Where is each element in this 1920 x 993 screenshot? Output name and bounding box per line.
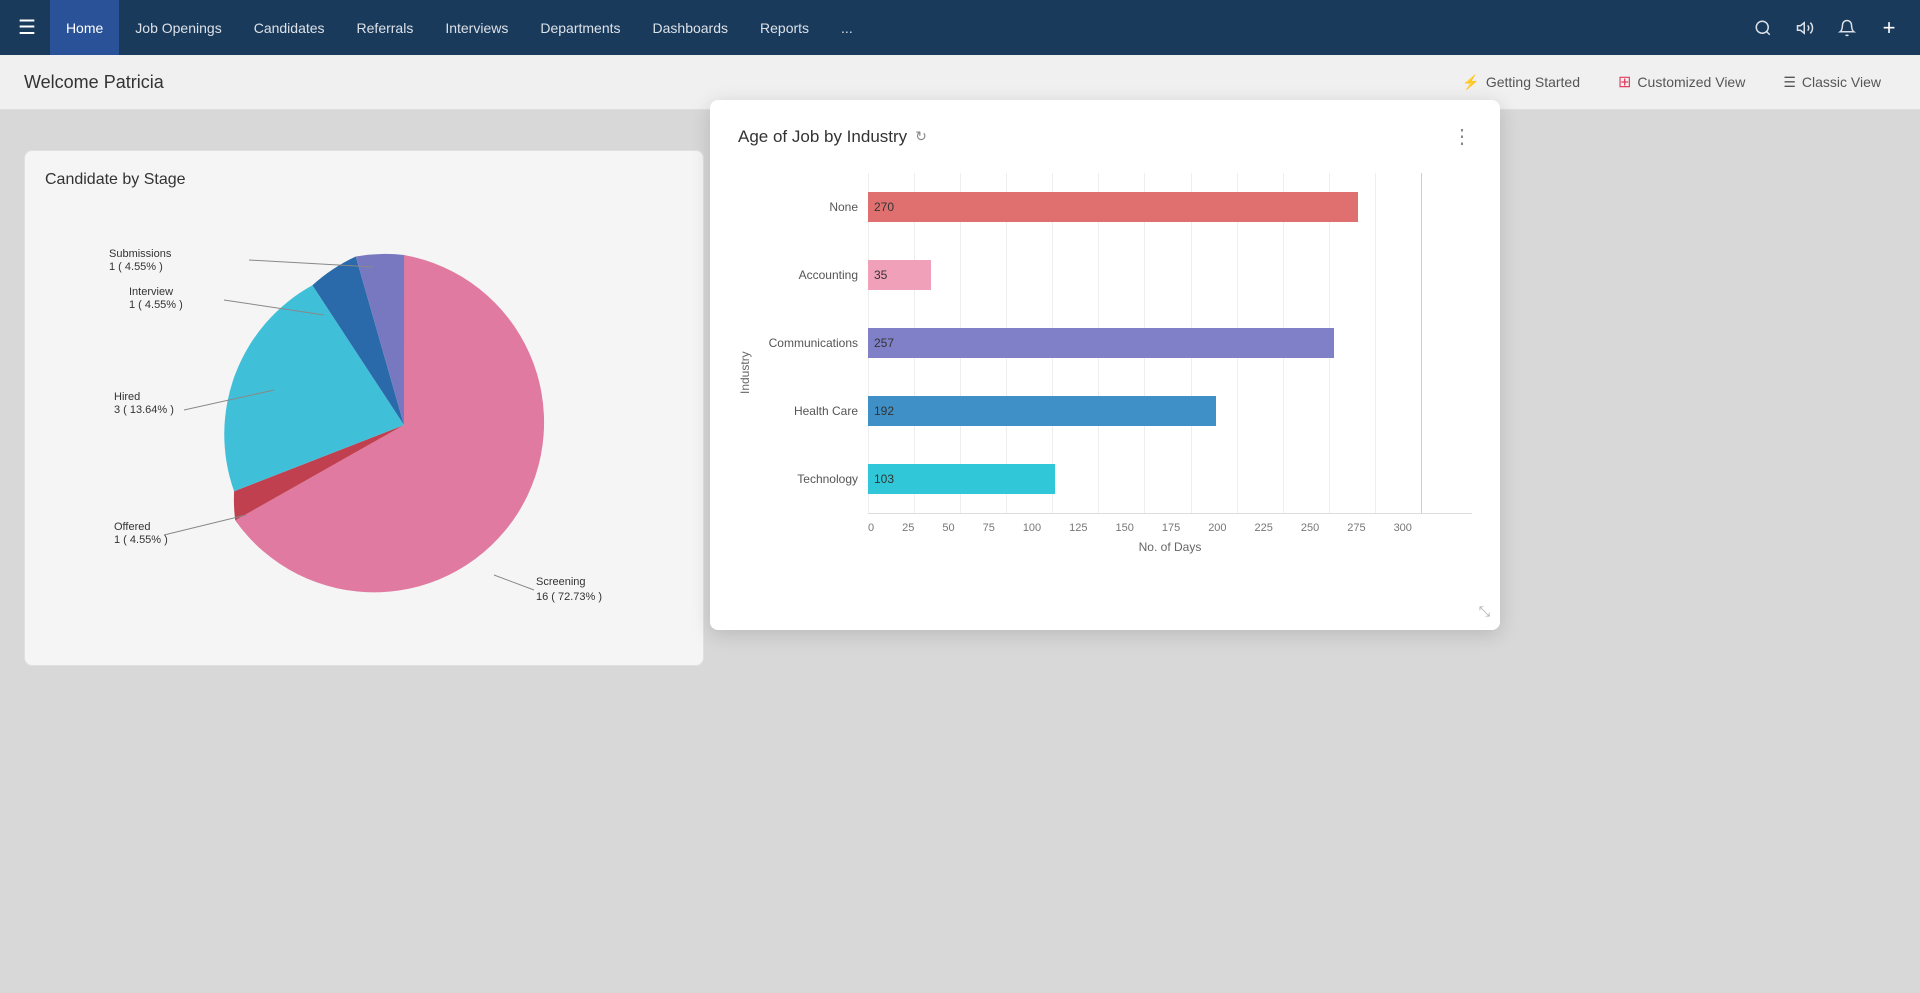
classic-view-label: Classic View bbox=[1802, 74, 1881, 90]
nav-item-more[interactable]: ... bbox=[825, 0, 869, 55]
sub-header-actions: ⚡ Getting Started ⊞ Customized View ☰ Cl… bbox=[1447, 65, 1896, 99]
x-tick-4: 100 bbox=[1023, 522, 1041, 534]
interview-label: Interview bbox=[129, 286, 173, 298]
bar-card-header: Age of Job by Industry ↻ ⋮ bbox=[738, 124, 1472, 149]
megaphone-button[interactable] bbox=[1786, 9, 1824, 47]
add-button[interactable]: + bbox=[1870, 9, 1908, 47]
screening-label: Screening bbox=[536, 576, 586, 588]
x-tick-1: 25 bbox=[902, 522, 914, 534]
nav-item-referrals[interactable]: Referrals bbox=[341, 0, 430, 55]
bar-fill-technology: 103 bbox=[868, 464, 1055, 494]
chart-area: None 270 Accounting bbox=[758, 173, 1472, 573]
x-tick-3: 75 bbox=[983, 522, 995, 534]
interview-value: 1 ( 4.55% ) bbox=[129, 299, 183, 311]
x-axis: 0 25 50 75 100 125 150 175 200 225 250 2… bbox=[868, 513, 1472, 534]
customized-view-button[interactable]: ⊞ Customized View bbox=[1603, 65, 1760, 99]
offered-label: Offered bbox=[114, 521, 151, 533]
grid-icon: ⊞ bbox=[1618, 72, 1631, 92]
resize-icon[interactable]: ⤡ bbox=[1479, 603, 1490, 620]
more-options-icon[interactable]: ⋮ bbox=[1452, 124, 1472, 149]
hired-value: 3 ( 13.64% ) bbox=[114, 404, 174, 416]
nav-right-icons: + bbox=[1744, 9, 1908, 47]
bar-row-accounting: Accounting 35 bbox=[758, 260, 1412, 290]
x-tick-12: 300 bbox=[1394, 522, 1412, 534]
main-content: Candidate by Stage Sc bbox=[0, 110, 1920, 706]
bar-wrapper-accounting: 35 bbox=[868, 260, 1412, 290]
pie-chart-svg: Screening 16 ( 72.73% ) Offered 1 ( 4.55… bbox=[104, 215, 624, 635]
screening-value: 16 ( 72.73% ) bbox=[536, 591, 602, 603]
bar-wrapper-none: 270 bbox=[868, 192, 1412, 222]
x-tick-7: 175 bbox=[1162, 522, 1180, 534]
bar-row-technology: Technology 103 bbox=[758, 464, 1412, 494]
notifications-button[interactable] bbox=[1828, 9, 1866, 47]
bars-section: None 270 Accounting bbox=[758, 173, 1472, 513]
submissions-value: 1 ( 4.55% ) bbox=[109, 261, 163, 273]
pie-chart-area: Screening 16 ( 72.73% ) Offered 1 ( 4.55… bbox=[45, 205, 683, 645]
bar-label-accounting: Accounting bbox=[758, 268, 858, 282]
nav-item-home[interactable]: Home bbox=[50, 0, 119, 55]
nav-item-dashboards[interactable]: Dashboards bbox=[637, 0, 745, 55]
bar-label-communications: Communications bbox=[758, 336, 858, 350]
lightning-icon: ⚡ bbox=[1462, 74, 1479, 91]
customized-view-label: Customized View bbox=[1637, 74, 1745, 90]
bar-row-healthcare: Health Care 192 bbox=[758, 396, 1412, 426]
list-icon: ☰ bbox=[1783, 74, 1796, 91]
bar-fill-healthcare: 192 bbox=[868, 396, 1216, 426]
search-button[interactable] bbox=[1744, 9, 1782, 47]
bar-wrapper-healthcare: 192 bbox=[868, 396, 1412, 426]
bar-value-accounting: 35 bbox=[874, 268, 887, 282]
submissions-label: Submissions bbox=[109, 248, 172, 260]
refresh-icon[interactable]: ↻ bbox=[915, 128, 927, 145]
nav-item-reports[interactable]: Reports bbox=[744, 0, 825, 55]
x-tick-10: 250 bbox=[1301, 522, 1319, 534]
bar-row-none: None 270 bbox=[758, 192, 1412, 222]
x-tick-8: 200 bbox=[1208, 522, 1226, 534]
bar-value-healthcare: 192 bbox=[874, 404, 894, 418]
nav-item-departments[interactable]: Departments bbox=[524, 0, 636, 55]
bar-chart-container: Industry bbox=[738, 173, 1472, 573]
classic-view-button[interactable]: ☰ Classic View bbox=[1768, 67, 1896, 98]
nav-item-candidates[interactable]: Candidates bbox=[238, 0, 341, 55]
bar-label-none: None bbox=[758, 200, 858, 214]
x-tick-2: 50 bbox=[942, 522, 954, 534]
bar-fill-communications: 257 bbox=[868, 328, 1334, 358]
x-tick-5: 125 bbox=[1069, 522, 1087, 534]
bar-fill-accounting: 35 bbox=[868, 260, 931, 290]
x-tick-11: 275 bbox=[1347, 522, 1365, 534]
offered-value: 1 ( 4.55% ) bbox=[114, 534, 168, 546]
bar-chart-title: Age of Job by Industry bbox=[738, 127, 907, 147]
hired-label: Hired bbox=[114, 391, 140, 403]
pie-chart-card: Candidate by Stage Sc bbox=[24, 150, 704, 666]
welcome-text: Welcome Patricia bbox=[24, 72, 164, 93]
bar-wrapper-communications: 257 bbox=[868, 328, 1412, 358]
x-tick-0: 0 bbox=[868, 522, 874, 534]
hamburger-menu-icon[interactable]: ☰ bbox=[12, 9, 42, 46]
top-navigation: ☰ Home Job Openings Candidates Referrals… bbox=[0, 0, 1920, 55]
bar-chart-card: Age of Job by Industry ↻ ⋮ Industry bbox=[710, 100, 1500, 630]
bar-wrapper-technology: 103 bbox=[868, 464, 1412, 494]
bar-value-technology: 103 bbox=[874, 472, 894, 486]
x-tick-6: 150 bbox=[1116, 522, 1134, 534]
bars-list: None 270 Accounting bbox=[758, 173, 1472, 513]
getting-started-label: Getting Started bbox=[1486, 74, 1580, 90]
x-axis-label: No. of Days bbox=[868, 540, 1472, 554]
nav-item-interviews[interactable]: Interviews bbox=[429, 0, 524, 55]
pie-chart-title: Candidate by Stage bbox=[45, 171, 683, 189]
bar-label-technology: Technology bbox=[758, 472, 858, 486]
bar-fill-none: 270 bbox=[868, 192, 1358, 222]
bar-label-healthcare: Health Care bbox=[758, 404, 858, 418]
y-axis-label: Industry bbox=[738, 173, 752, 573]
bar-value-communications: 257 bbox=[874, 336, 894, 350]
bar-card-title-row: Age of Job by Industry ↻ bbox=[738, 127, 927, 147]
bar-row-communications: Communications 257 bbox=[758, 328, 1412, 358]
bar-value-none: 270 bbox=[874, 200, 894, 214]
getting-started-button[interactable]: ⚡ Getting Started bbox=[1447, 67, 1595, 98]
nav-items-list: Home Job Openings Candidates Referrals I… bbox=[50, 0, 1744, 55]
nav-item-job-openings[interactable]: Job Openings bbox=[119, 0, 237, 55]
x-tick-9: 225 bbox=[1255, 522, 1273, 534]
